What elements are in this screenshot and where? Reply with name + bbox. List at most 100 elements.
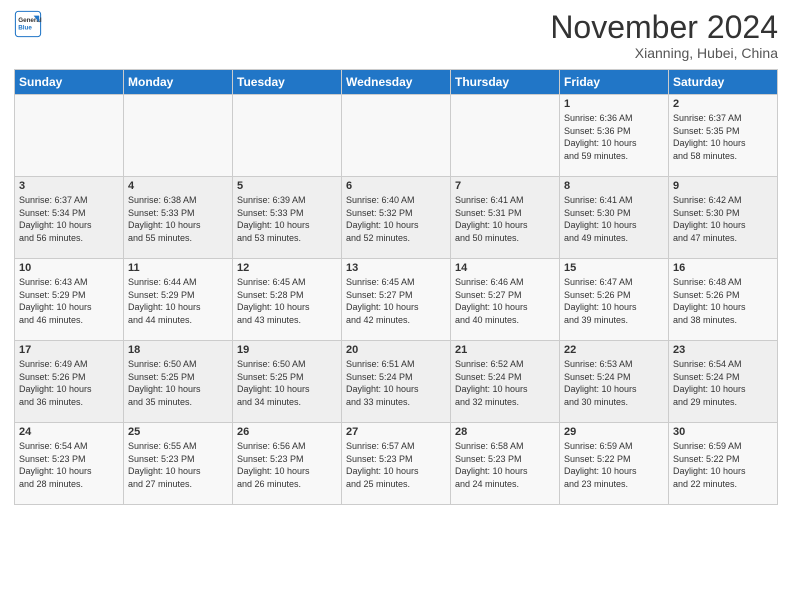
- day-number: 25: [128, 426, 228, 438]
- calendar-cell: 3Sunrise: 6:37 AM Sunset: 5:34 PM Daylig…: [15, 177, 124, 259]
- day-number: 22: [564, 344, 664, 356]
- weekday-header-wednesday: Wednesday: [342, 70, 451, 95]
- day-info: Sunrise: 6:59 AM Sunset: 5:22 PM Dayligh…: [673, 440, 773, 490]
- calendar-cell: [15, 95, 124, 177]
- calendar-cell: 20 Sunrise: 6:51 AM Sunset: 5:24 PM Dayli…: [342, 341, 451, 423]
- day-info: Sunrise: 6:51 AM Sunset: 5:24 PM Dayligh…: [346, 358, 446, 408]
- calendar-cell: 6 Sunrise: 6:40 AM Sunset: 5:32 PM Daylig…: [342, 177, 451, 259]
- calendar-cell: 23Sunrise: 6:54 AM Sunset: 5:24 PM Dayli…: [669, 341, 778, 423]
- day-number: 15: [564, 262, 664, 274]
- day-number: 2: [673, 98, 773, 110]
- calendar-cell: 16 Sunrise: 6:48 AM Sunset: 5:26 PM Dayli…: [669, 259, 778, 341]
- day-info: Sunrise: 6:37 AM Sunset: 5:35 PM Dayligh…: [673, 112, 773, 162]
- day-number: 10: [19, 262, 119, 274]
- day-info: Sunrise: 6:52 AM Sunset: 5:24 PM Dayligh…: [455, 358, 555, 408]
- day-info: Sunrise: 6:41 AM Sunset: 5:30 PM Dayligh…: [564, 194, 664, 244]
- calendar-cell: 22 Sunrise: 6:53 AM Sunset: 5:24 PM Dayli…: [560, 341, 669, 423]
- weekday-header-sunday: Sunday: [15, 70, 124, 95]
- week-row-1: 1 Sunrise: 6:36 AM Sunset: 5:36 PM Daylig…: [15, 95, 778, 177]
- calendar-cell: 7 Sunrise: 6:41 AM Sunset: 5:31 PM Daylig…: [451, 177, 560, 259]
- day-number: 18: [128, 344, 228, 356]
- calendar-cell: 17Sunrise: 6:49 AM Sunset: 5:26 PM Dayli…: [15, 341, 124, 423]
- day-info: Sunrise: 6:56 AM Sunset: 5:23 PM Dayligh…: [237, 440, 337, 490]
- day-number: 7: [455, 180, 555, 192]
- day-number: 14: [455, 262, 555, 274]
- day-info: Sunrise: 6:45 AM Sunset: 5:27 PM Dayligh…: [346, 276, 446, 326]
- day-number: 27: [346, 426, 446, 438]
- calendar-cell: 29 Sunrise: 6:59 AM Sunset: 5:22 PM Dayli…: [560, 423, 669, 505]
- calendar-cell: 28 Sunrise: 6:58 AM Sunset: 5:23 PM Dayli…: [451, 423, 560, 505]
- day-info: Sunrise: 6:59 AM Sunset: 5:22 PM Dayligh…: [564, 440, 664, 490]
- day-number: 12: [237, 262, 337, 274]
- day-number: 9: [673, 180, 773, 192]
- day-number: 16: [673, 262, 773, 274]
- calendar-cell: 13Sunrise: 6:45 AM Sunset: 5:27 PM Dayli…: [342, 259, 451, 341]
- calendar-cell: [342, 95, 451, 177]
- week-row-4: 17Sunrise: 6:49 AM Sunset: 5:26 PM Dayli…: [15, 341, 778, 423]
- calendar-cell: 21Sunrise: 6:52 AM Sunset: 5:24 PM Dayli…: [451, 341, 560, 423]
- calendar-cell: 18 Sunrise: 6:50 AM Sunset: 5:25 PM Dayli…: [124, 341, 233, 423]
- weekday-header-saturday: Saturday: [669, 70, 778, 95]
- calendar-cell: 9 Sunrise: 6:42 AM Sunset: 5:30 PM Daylig…: [669, 177, 778, 259]
- svg-text:Blue: Blue: [18, 25, 32, 32]
- week-row-3: 10 Sunrise: 6:43 AM Sunset: 5:29 PM Dayli…: [15, 259, 778, 341]
- day-info: Sunrise: 6:43 AM Sunset: 5:29 PM Dayligh…: [19, 276, 119, 326]
- day-info: Sunrise: 6:55 AM Sunset: 5:23 PM Dayligh…: [128, 440, 228, 490]
- header: General Blue November 2024 Xianning, Hub…: [14, 10, 778, 61]
- day-number: 1: [564, 98, 664, 110]
- calendar-body: 1 Sunrise: 6:36 AM Sunset: 5:36 PM Daylig…: [15, 95, 778, 505]
- week-row-2: 3Sunrise: 6:37 AM Sunset: 5:34 PM Daylig…: [15, 177, 778, 259]
- day-info: Sunrise: 6:44 AM Sunset: 5:29 PM Dayligh…: [128, 276, 228, 326]
- calendar-cell: 2 Sunrise: 6:37 AM Sunset: 5:35 PM Daylig…: [669, 95, 778, 177]
- day-info: Sunrise: 6:37 AM Sunset: 5:34 PM Dayligh…: [19, 194, 119, 244]
- day-info: Sunrise: 6:38 AM Sunset: 5:33 PM Dayligh…: [128, 194, 228, 244]
- logo: General Blue: [14, 10, 42, 38]
- calendar-cell: 26 Sunrise: 6:56 AM Sunset: 5:23 PM Dayli…: [233, 423, 342, 505]
- day-info: Sunrise: 6:53 AM Sunset: 5:24 PM Dayligh…: [564, 358, 664, 408]
- day-info: Sunrise: 6:42 AM Sunset: 5:30 PM Dayligh…: [673, 194, 773, 244]
- day-info: Sunrise: 6:58 AM Sunset: 5:23 PM Dayligh…: [455, 440, 555, 490]
- day-info: Sunrise: 6:45 AM Sunset: 5:28 PM Dayligh…: [237, 276, 337, 326]
- day-info: Sunrise: 6:46 AM Sunset: 5:27 PM Dayligh…: [455, 276, 555, 326]
- calendar-cell: 4Sunrise: 6:38 AM Sunset: 5:33 PM Daylig…: [124, 177, 233, 259]
- weekday-header-friday: Friday: [560, 70, 669, 95]
- weekday-header-monday: Monday: [124, 70, 233, 95]
- calendar-cell: 10 Sunrise: 6:43 AM Sunset: 5:29 PM Dayli…: [15, 259, 124, 341]
- day-number: 6: [346, 180, 446, 192]
- day-info: Sunrise: 6:40 AM Sunset: 5:32 PM Dayligh…: [346, 194, 446, 244]
- day-info: Sunrise: 6:36 AM Sunset: 5:36 PM Dayligh…: [564, 112, 664, 162]
- day-info: Sunrise: 6:48 AM Sunset: 5:26 PM Dayligh…: [673, 276, 773, 326]
- day-number: 19: [237, 344, 337, 356]
- day-number: 28: [455, 426, 555, 438]
- day-info: Sunrise: 6:50 AM Sunset: 5:25 PM Dayligh…: [128, 358, 228, 408]
- day-number: 26: [237, 426, 337, 438]
- month-title: November 2024: [550, 10, 778, 45]
- day-number: 29: [564, 426, 664, 438]
- calendar-cell: [124, 95, 233, 177]
- weekday-row: SundayMondayTuesdayWednesdayThursdayFrid…: [15, 70, 778, 95]
- calendar-cell: [451, 95, 560, 177]
- calendar-cell: 14 Sunrise: 6:46 AM Sunset: 5:27 PM Dayli…: [451, 259, 560, 341]
- day-number: 30: [673, 426, 773, 438]
- day-info: Sunrise: 6:49 AM Sunset: 5:26 PM Dayligh…: [19, 358, 119, 408]
- calendar-cell: 15 Sunrise: 6:47 AM Sunset: 5:26 PM Dayli…: [560, 259, 669, 341]
- week-row-5: 24Sunrise: 6:54 AM Sunset: 5:23 PM Dayli…: [15, 423, 778, 505]
- calendar-cell: 25 Sunrise: 6:55 AM Sunset: 5:23 PM Dayli…: [124, 423, 233, 505]
- day-info: Sunrise: 6:50 AM Sunset: 5:25 PM Dayligh…: [237, 358, 337, 408]
- day-info: Sunrise: 6:47 AM Sunset: 5:26 PM Dayligh…: [564, 276, 664, 326]
- day-number: 24: [19, 426, 119, 438]
- day-info: Sunrise: 6:41 AM Sunset: 5:31 PM Dayligh…: [455, 194, 555, 244]
- day-number: 11: [128, 262, 228, 274]
- title-block: November 2024 Xianning, Hubei, China: [550, 10, 778, 61]
- location: Xianning, Hubei, China: [550, 45, 778, 61]
- day-number: 8: [564, 180, 664, 192]
- calendar-cell: 8 Sunrise: 6:41 AM Sunset: 5:30 PM Daylig…: [560, 177, 669, 259]
- calendar-cell: 12 Sunrise: 6:45 AM Sunset: 5:28 PM Dayli…: [233, 259, 342, 341]
- calendar-cell: 5Sunrise: 6:39 AM Sunset: 5:33 PM Daylig…: [233, 177, 342, 259]
- day-number: 20: [346, 344, 446, 356]
- calendar: SundayMondayTuesdayWednesdayThursdayFrid…: [14, 69, 778, 505]
- calendar-cell: 1 Sunrise: 6:36 AM Sunset: 5:36 PM Daylig…: [560, 95, 669, 177]
- day-number: 23: [673, 344, 773, 356]
- calendar-cell: 27Sunrise: 6:57 AM Sunset: 5:23 PM Dayli…: [342, 423, 451, 505]
- calendar-cell: 24Sunrise: 6:54 AM Sunset: 5:23 PM Dayli…: [15, 423, 124, 505]
